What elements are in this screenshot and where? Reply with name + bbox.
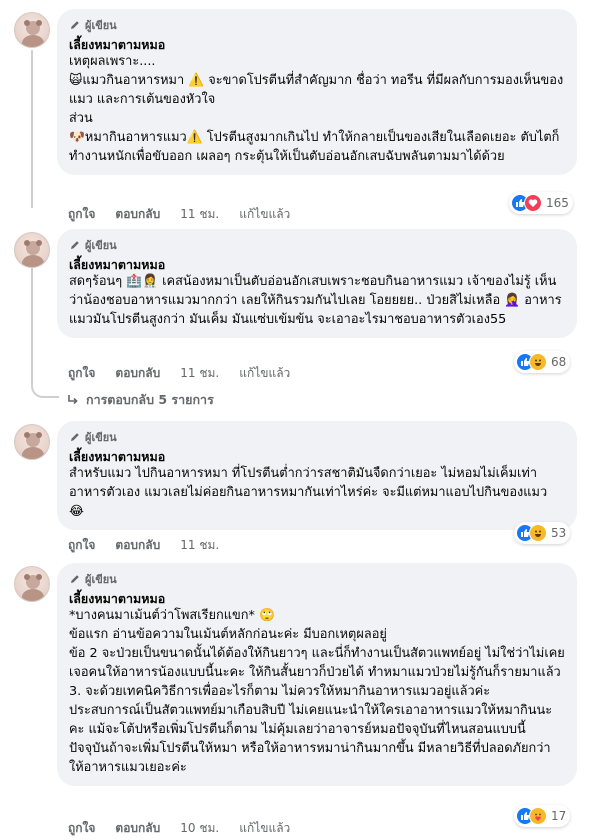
timestamp[interactable]: 11 ชม.	[180, 536, 219, 555]
avatar[interactable]	[14, 424, 50, 460]
reaction-count: 53	[551, 526, 567, 540]
reaction-summary[interactable]: 53	[514, 522, 571, 544]
pencil-icon	[71, 432, 79, 441]
love-icon	[524, 194, 542, 212]
reaction-count: 68	[551, 355, 567, 369]
view-replies-link[interactable]: การตอบกลับ 5 รายการ	[66, 390, 214, 410]
timestamp[interactable]: 11 ชม.	[180, 205, 219, 224]
haha-icon	[529, 353, 547, 371]
reply-button[interactable]: ตอบกลับ	[115, 536, 160, 555]
reply-arrow-icon	[68, 395, 78, 405]
reply-button[interactable]: ตอบกลับ	[115, 364, 160, 383]
comment-actions: ถูกใจ ตอบกลับ 11 ชม.	[68, 536, 219, 555]
timestamp[interactable]: 11 ชม.	[180, 364, 219, 383]
avatar[interactable]	[14, 12, 50, 48]
avatar[interactable]	[14, 232, 50, 268]
edited-label[interactable]: แก้ไขแล้ว	[239, 819, 290, 838]
comment-actions: ถูกใจ ตอบกลับ 11 ชม. แก้ไขแล้ว	[68, 205, 290, 224]
reaction-summary[interactable]: 17	[514, 805, 571, 827]
reply-button[interactable]: ตอบกลับ	[115, 819, 160, 838]
comment-bubble: ผู้เขียน เลี้ยงหมาตามหมอ สำหรับแมว ไปกิน…	[57, 421, 577, 530]
like-button[interactable]: ถูกใจ	[68, 364, 95, 383]
pencil-icon	[71, 20, 79, 29]
comment-bubble: ผู้เขียน เลี้ยงหมาตามหมอ เหตุผลเพราะ....…	[57, 9, 577, 175]
comment-text: *บางคนมาเม้นต์ว่าโพสเรียกแขก* 🙄 ข้อแรก อ…	[69, 608, 565, 775]
reply-button[interactable]: ตอบกลับ	[115, 205, 160, 224]
thread-curve	[31, 384, 59, 398]
timestamp[interactable]: 10 ชม.	[180, 819, 219, 838]
reaction-summary[interactable]: 68	[514, 351, 571, 373]
reaction-summary[interactable]: 165	[509, 192, 573, 214]
comment-text: เหตุผลเพราะ.... 🙀แมวกินอาหารหมา ⚠️ จะขาด…	[69, 54, 564, 164]
author-badge: ผู้เขียน	[69, 571, 565, 586]
avatar[interactable]	[14, 566, 50, 602]
author-name[interactable]: เลี้ยงหมาตามหมอ	[69, 447, 565, 464]
author-badge: ผู้เขียน	[69, 237, 565, 252]
reaction-count: 17	[551, 809, 567, 823]
comment-bubble: ผู้เขียน เลี้ยงหมาตามหมอ สดๆร้อนๆ 🏥👩‍⚕️ …	[57, 229, 577, 338]
like-button[interactable]: ถูกใจ	[68, 819, 95, 838]
comment-text: สดๆร้อนๆ 🏥👩‍⚕️ เคสน้องหมาเป็นตับอ่อนอักเ…	[69, 274, 562, 327]
author-badge: ผู้เขียน	[69, 17, 565, 32]
comment-actions: ถูกใจ ตอบกลับ 11 ชม. แก้ไขแล้ว	[68, 364, 290, 383]
author-name[interactable]: เลี้ยงหมาตามหมอ	[69, 589, 565, 606]
pencil-icon	[71, 574, 79, 583]
thread-line	[31, 265, 33, 385]
edited-label[interactable]: แก้ไขแล้ว	[239, 364, 290, 383]
comment-actions: ถูกใจ ตอบกลับ 10 ชม. แก้ไขแล้ว	[68, 819, 290, 838]
reaction-count: 165	[546, 196, 569, 210]
like-button[interactable]: ถูกใจ	[68, 205, 95, 224]
like-button[interactable]: ถูกใจ	[68, 536, 95, 555]
care-icon	[529, 807, 547, 825]
comment-text: สำหรับแมว ไปกินอาหารหมา ที่โปรตีนต่ำกว่า…	[69, 466, 552, 519]
replies-count-label[interactable]: การตอบกลับ 5 รายการ	[86, 390, 214, 410]
author-badge: ผู้เขียน	[69, 429, 565, 444]
author-name[interactable]: เลี้ยงหมาตามหมอ	[69, 35, 565, 52]
thread-line	[31, 50, 33, 208]
haha-icon	[529, 524, 547, 542]
comment-bubble: ผู้เขียน เลี้ยงหมาตามหมอ *บางคนมาเม้นต์ว…	[57, 563, 577, 786]
edited-label[interactable]: แก้ไขแล้ว	[239, 205, 290, 224]
author-name[interactable]: เลี้ยงหมาตามหมอ	[69, 255, 565, 272]
pencil-icon	[71, 240, 79, 249]
